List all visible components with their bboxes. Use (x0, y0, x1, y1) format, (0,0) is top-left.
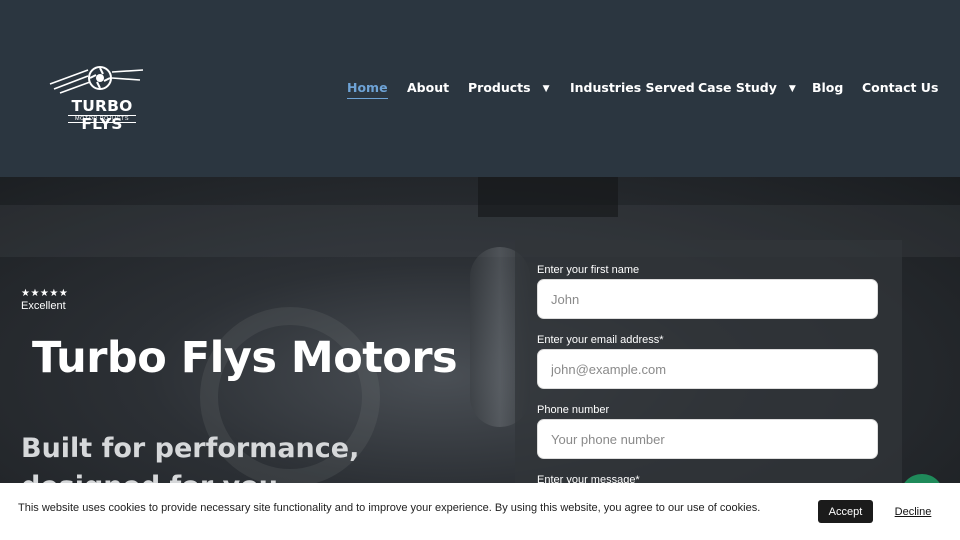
nav-home[interactable]: Home (347, 80, 388, 99)
email-label: Enter your email address* (537, 334, 664, 346)
nav-contact-us[interactable]: Contact Us (862, 80, 938, 95)
nav-products-label: Products (468, 80, 531, 95)
star-rating-icon: ★★★★★ (21, 288, 69, 299)
nav-about-label: About (407, 80, 450, 95)
logo-tagline: MOTOR POJUCTS (68, 115, 136, 123)
rating-widget[interactable]: ★★★★★ Excellent (21, 288, 68, 312)
nav-blog[interactable]: Blog (812, 80, 843, 95)
nav-case-study-label: Case Study (698, 80, 777, 95)
decline-button[interactable]: Decline (891, 500, 935, 523)
phone-field[interactable] (537, 419, 878, 459)
nav-industries-label: Industries Served (570, 80, 695, 95)
rating-label: Excellent (21, 300, 66, 312)
nav-products[interactable]: Products ▼ (468, 80, 550, 95)
nav-case-study[interactable]: Case Study ▼ (698, 80, 796, 95)
accept-button[interactable]: Accept (818, 500, 873, 523)
nav-industries-served[interactable]: Industries Served (570, 80, 695, 95)
chevron-down-icon: ▼ (788, 84, 796, 94)
first-name-field[interactable] (537, 279, 878, 319)
cookie-banner: This website uses cookies to provide nec… (0, 483, 960, 540)
active-underline (347, 98, 388, 99)
background-block (478, 177, 618, 217)
chevron-down-icon: ▼ (542, 84, 550, 94)
phone-label: Phone number (537, 404, 610, 416)
nav-home-label: Home (347, 80, 388, 95)
nav-about[interactable]: About (407, 80, 449, 95)
cookie-message: This website uses cookies to provide nec… (18, 502, 761, 514)
nav-contact-label: Contact Us (862, 80, 939, 95)
email-field[interactable] (537, 349, 878, 389)
main-nav: Home About Products ▼ Industries Served C… (0, 80, 960, 100)
nav-blog-label: Blog (812, 80, 844, 95)
first-name-label: Enter your first name (537, 264, 640, 276)
hero-title: Turbo Flys Motors (32, 333, 458, 383)
site-header: TURBO FLYS MOTOR POJUCTS Home About Prod… (0, 0, 960, 177)
